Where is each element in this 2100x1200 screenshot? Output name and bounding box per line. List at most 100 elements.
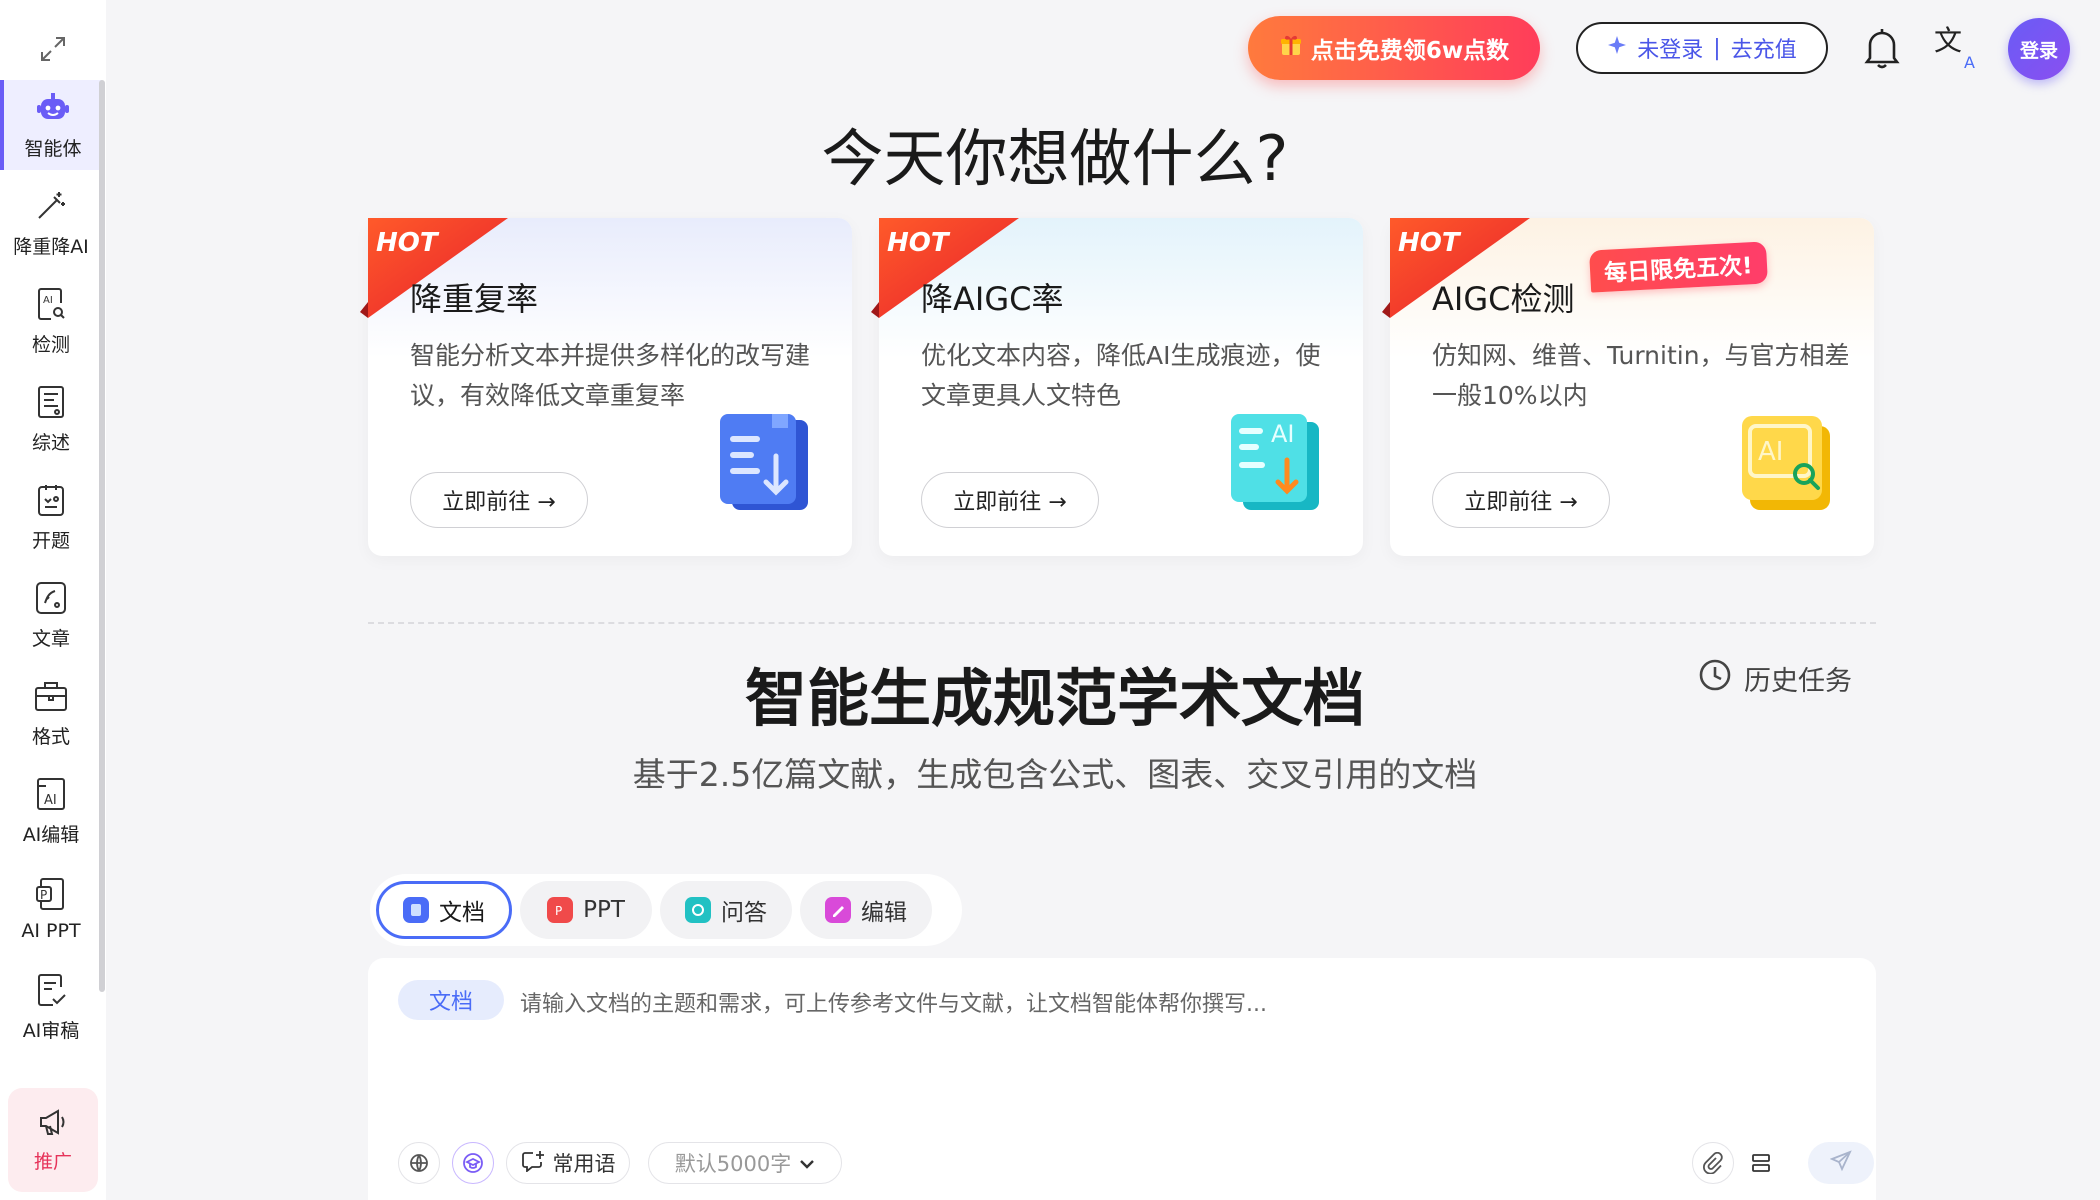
recharge-link[interactable]: 去充值	[1731, 32, 1797, 64]
proposal-icon	[33, 482, 69, 518]
card-reduce-duplication[interactable]: HOT 降重复率 智能分析文本并提供多样化的改写建议，有效降低文章重复率 立即前…	[360, 218, 852, 556]
phrase-icon	[521, 1150, 545, 1177]
sidebar-item-proposal[interactable]: 开题	[0, 472, 102, 562]
word-limit-value: 默认5000字	[674, 1152, 792, 1176]
sidebar-item-ai-review[interactable]: AI审稿	[0, 962, 102, 1052]
send-icon	[1829, 1150, 1852, 1176]
mode-chip[interactable]: 文档	[398, 980, 504, 1020]
free-points-button[interactable]: 点击免费领6w点数	[1248, 16, 1540, 80]
prompt-input[interactable]: 请输入文档的主题和需求，可上传参考文件与文献，让文档智能体帮你撰写...	[520, 986, 1267, 1018]
svg-text:P: P	[555, 904, 562, 918]
article-icon	[33, 580, 69, 616]
sidebar-item-label: 文章	[31, 627, 70, 650]
sidebar-item-label: 综述	[31, 431, 70, 454]
ai-search-icon: AI	[33, 286, 69, 322]
translate-icon[interactable]: 文A	[1934, 24, 1980, 72]
sidebar-item-review[interactable]: 综述	[0, 374, 102, 464]
sidebar-item-label: AI审稿	[22, 1019, 80, 1042]
sidebar-item-format[interactable]: 格式	[0, 668, 102, 758]
svg-text:P: P	[40, 888, 47, 902]
svg-text:AI: AI	[44, 793, 57, 808]
outline-icon[interactable]	[1740, 1142, 1782, 1184]
hot-badge-text: HOT	[376, 228, 438, 258]
card-title: 降重复率	[410, 280, 539, 318]
attach-icon[interactable]	[1692, 1142, 1734, 1184]
svg-text:AI: AI	[1758, 437, 1783, 467]
history-label: 历史任务	[1744, 666, 1852, 697]
section-divider	[368, 622, 1876, 624]
review-doc-icon	[33, 384, 69, 420]
review-check-icon	[33, 972, 69, 1008]
send-button[interactable]	[1808, 1142, 1874, 1184]
sparkle-icon	[1607, 35, 1627, 61]
tab-edit[interactable]: 编辑	[800, 881, 932, 939]
svg-text:文: 文	[1934, 24, 1962, 57]
go-button[interactable]: 立即前往 →	[410, 472, 588, 528]
gift-icon	[1279, 33, 1303, 63]
page-title: 今天你想做什么?	[821, 122, 1289, 195]
tab-label: 文档	[439, 900, 485, 926]
pill-separator: |	[1713, 35, 1721, 61]
sidebar-item-label: 检测	[31, 333, 70, 356]
ppt-icon: P	[33, 876, 69, 912]
tab-label: 编辑	[861, 900, 907, 926]
sidebar-item-label: 开题	[31, 529, 70, 552]
sidebar-item-detect[interactable]: AI 检测	[0, 276, 102, 366]
edit-tab-icon	[825, 897, 851, 923]
tab-label: 问答	[721, 900, 767, 926]
sidebar-item-label: 降重降AI	[13, 235, 89, 258]
go-button[interactable]: 立即前往 →	[921, 472, 1099, 528]
go-button[interactable]: 立即前往 →	[1432, 472, 1610, 528]
card-reduce-aigc[interactable]: HOT 降AIGC率 优化文本内容，降低AI生成痕迹，使文章更具人文特色 立即前…	[871, 218, 1363, 556]
account-pill: 未登录 | 去充值	[1576, 22, 1828, 74]
web-search-icon[interactable]	[398, 1142, 440, 1184]
word-limit-select[interactable]: 默认5000字	[648, 1142, 842, 1184]
history-tasks-button[interactable]: 历史任务	[1698, 658, 1852, 699]
sidebar-item-promo[interactable]: 推广	[8, 1088, 98, 1192]
tab-document[interactable]: 文档	[376, 881, 512, 939]
svg-text:AI: AI	[1271, 420, 1295, 448]
expand-icon[interactable]	[34, 30, 72, 68]
hot-badge-text: HOT	[1398, 228, 1460, 258]
card-aigc-detect[interactable]: HOT 每日限免五次! AIGC检测 仿知网、维普、Turnitin，与官方相差…	[1382, 218, 1874, 556]
academic-mode-icon[interactable]	[452, 1142, 494, 1184]
common-phrases-label: 常用语	[552, 1152, 616, 1176]
tab-label: PPT	[583, 897, 625, 923]
svg-text:AI: AI	[43, 295, 53, 306]
card-title: AIGC检测	[1432, 280, 1575, 318]
document-tab-icon	[403, 897, 429, 923]
sidebar-item-label: AI编辑	[22, 823, 80, 846]
login-avatar-button[interactable]: 登录	[2008, 18, 2070, 80]
sidebar-item-article[interactable]: 文章	[0, 570, 102, 660]
card-desc: 智能分析文本并提供多样化的改写建议，有效降低文章重复率	[410, 341, 811, 410]
not-logged-in-link[interactable]: 未登录	[1637, 32, 1703, 64]
mode-tabs: 文档 P PPT 问答 编辑	[370, 874, 962, 946]
clock-icon	[1698, 658, 1732, 699]
ai-document-icon: AI	[1231, 414, 1319, 510]
ai-edit-icon: AI	[33, 776, 69, 812]
card-desc: 仿知网、维普、Turnitin，与官方相差一般10%以内	[1432, 341, 1850, 410]
sidebar-item-label: AI PPT	[21, 920, 81, 942]
card-desc: 优化文本内容，降低AI生成痕迹，使文章更具人文特色	[921, 341, 1321, 410]
prompt-composer: 文档 请输入文档的主题和需求，可上传参考文件与文献，让文档智能体帮你撰写... …	[368, 958, 1876, 1200]
sidebar-item-ai-edit[interactable]: AI AI编辑	[0, 766, 102, 856]
qa-tab-icon	[685, 897, 711, 923]
svg-text:A: A	[1964, 53, 1975, 72]
chevron-down-icon	[799, 1151, 815, 1175]
sidebar-item-ai-ppt[interactable]: P AI PPT	[0, 864, 102, 954]
briefcase-icon	[33, 678, 69, 714]
ai-detect-icon: AI	[1742, 416, 1830, 510]
section-subtitle: 基于2.5亿篇文献，生成包含公式、图表、交叉引用的文档	[632, 755, 1478, 794]
sidebar-scrollbar[interactable]	[99, 80, 105, 992]
tab-qa[interactable]: 问答	[660, 881, 792, 939]
document-download-icon	[720, 414, 808, 510]
hot-badge-text: HOT	[887, 228, 949, 258]
card-title: 降AIGC率	[921, 280, 1064, 318]
sidebar-item-label: 推广	[33, 1150, 72, 1173]
common-phrases-button[interactable]: 常用语	[506, 1142, 630, 1184]
tab-ppt[interactable]: P PPT	[520, 881, 652, 939]
sidebar-item-label: 格式	[31, 725, 70, 748]
ppt-tab-icon: P	[547, 897, 574, 923]
free-points-label: 点击免费领6w点数	[1310, 38, 1510, 64]
bell-icon[interactable]	[1862, 26, 1902, 70]
